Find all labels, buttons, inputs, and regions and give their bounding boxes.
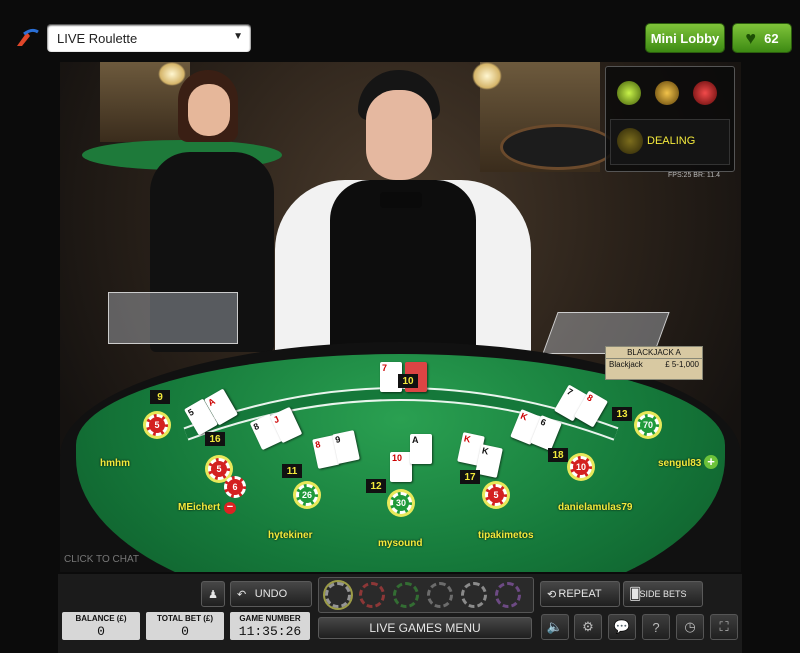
card-shoe: [108, 292, 238, 344]
player-seat-button[interactable]: ♟: [201, 581, 225, 607]
dealer-face: [366, 90, 432, 180]
seat-17-bet-chip[interactable]: 5: [485, 484, 507, 506]
person-icon: ♟: [208, 588, 218, 601]
game-number-value: 11:35:26: [238, 624, 302, 639]
repeat-icon: ⟲: [547, 588, 557, 601]
mini-lobby-label: Mini Lobby: [650, 30, 720, 46]
total-bet-label: TOTAL BET (£): [157, 614, 213, 623]
chip-option-6[interactable]: [495, 582, 521, 608]
balance-value: 0: [97, 624, 105, 639]
status-light-green: [617, 81, 641, 105]
seat-11-bet-chip[interactable]: 26: [296, 484, 318, 506]
dealing-indicator: DEALING: [610, 119, 730, 165]
chip-option-4[interactable]: [427, 582, 453, 608]
chip-option-3[interactable]: [393, 582, 419, 608]
heart-icon: ♥: [745, 27, 757, 48]
stream-stats: FPS:25 BR: 11.4: [668, 172, 721, 179]
undo-button[interactable]: ↶ UNDO: [230, 581, 312, 607]
cards-icon: 🂠: [629, 587, 642, 601]
app-logo-icon[interactable]: [14, 26, 40, 50]
seat-13-hand-total: 13: [612, 407, 632, 421]
undo-label: UNDO: [254, 588, 288, 600]
game-select[interactable]: LIVE Roulette ▼: [47, 24, 251, 52]
game-number-label: GAME NUMBER: [239, 614, 301, 623]
side-bets-button[interactable]: 🂠 SIDE BETS: [623, 581, 703, 607]
repeat-button[interactable]: ⟲ REPEAT: [540, 581, 620, 607]
undo-arrow-icon: ↶: [237, 588, 247, 601]
chevron-down-icon: ▼: [233, 31, 243, 42]
limits-range: £ 5-1,000: [665, 360, 699, 369]
side-bets-label: SIDE BETS: [639, 589, 687, 599]
game-number-display: GAME NUMBER 11:35:26: [230, 612, 310, 640]
seat-12-player-name: mysound: [378, 538, 423, 549]
total-bet-display: TOTAL BET (£) 0: [146, 612, 224, 640]
seat-9-bet-chip[interactable]: 5: [146, 414, 168, 436]
seat-9-hand-total: 9: [150, 390, 170, 404]
playing-card: 10: [390, 452, 412, 482]
fullscreen-icon[interactable]: ⛶: [710, 614, 738, 640]
balance-display: BALANCE (£) 0: [62, 612, 140, 640]
live-video-stream: 5 A 8 J 8 9 10 A K K K 6 7 8 7 10 9 5 hm…: [60, 62, 741, 572]
seat-13-player-name: sengul83: [658, 458, 702, 469]
dealer-hand-total: 10: [398, 374, 418, 388]
seat-12-hand-total: 12: [366, 479, 386, 493]
limits-title: BLACKJACK A: [606, 347, 702, 359]
chip-option-2[interactable]: [359, 582, 385, 608]
control-bar: ♟ ↶ UNDO ⟲ REPEAT 🂠 SIDE BETS BALANCE (£…: [58, 574, 742, 653]
croupier-face: [188, 84, 230, 136]
live-games-menu-label: LIVE GAMES MENU: [369, 621, 481, 635]
chip-option-1[interactable]: [325, 582, 351, 608]
history-icon[interactable]: ◷: [676, 614, 704, 640]
seat-16-player-name: MEichert: [178, 502, 221, 513]
roulette-wheel: [500, 124, 616, 170]
live-games-menu-button[interactable]: LIVE GAMES MENU: [318, 617, 532, 639]
favourites-button[interactable]: ♥ 62: [733, 24, 791, 52]
seat-11-hand-total: 11: [282, 464, 302, 478]
seat-18-hand-total: 18: [548, 448, 568, 462]
total-bet-value: 0: [181, 624, 189, 639]
seat-9-player-name: hmhm: [100, 458, 130, 469]
repeat-label: REPEAT: [558, 588, 602, 600]
seat-17-player-name: tipakimetos: [478, 530, 534, 541]
limits-game: Blackjack: [609, 360, 643, 369]
settings-icon[interactable]: ⚙: [574, 614, 602, 640]
seat-13-bet-chip[interactable]: 70: [637, 414, 659, 436]
playing-card: A: [410, 434, 432, 464]
favourites-count: 62: [764, 30, 779, 46]
seat-16-hand-total: 16: [205, 432, 225, 446]
game-select-value: LIVE Roulette: [57, 30, 138, 46]
wall-lamp: [472, 62, 502, 90]
chip-selector: [318, 577, 534, 613]
click-to-chat-link[interactable]: CLICK TO CHAT: [64, 554, 139, 565]
dealing-dot-icon: [617, 128, 643, 154]
balance-label: BALANCE (£): [75, 614, 127, 623]
mini-lobby-button[interactable]: Mini Lobby: [646, 24, 724, 52]
dealing-label: DEALING: [647, 135, 696, 147]
wall-lamp: [158, 62, 186, 86]
table-limits: BLACKJACK A Blackjack £ 5-1,000: [605, 346, 703, 380]
bow-tie: [380, 192, 422, 208]
seat-18-player-name: danielamulas79: [558, 502, 633, 513]
status-light-amber: [655, 81, 679, 105]
chip-option-5[interactable]: [461, 582, 487, 608]
seat-17-hand-total: 17: [460, 470, 480, 484]
add-player-icon[interactable]: +: [704, 455, 718, 469]
seat-11-player-name: hytekiner: [268, 530, 313, 541]
chat-icon[interactable]: 💬: [608, 614, 636, 640]
remove-player-icon[interactable]: −: [224, 502, 236, 514]
volume-icon[interactable]: 🔈: [541, 614, 569, 640]
seat-12-bet-chip[interactable]: 30: [390, 492, 412, 514]
seat-16-side-bet-chip[interactable]: 6: [224, 476, 246, 498]
seat-18-bet-chip[interactable]: 10: [570, 456, 592, 478]
seat-16-bet-chip[interactable]: 5: [208, 458, 230, 480]
help-icon[interactable]: ?: [642, 614, 670, 640]
status-light-red: [693, 81, 717, 105]
dealer-status-panel: DEALING: [605, 66, 735, 172]
